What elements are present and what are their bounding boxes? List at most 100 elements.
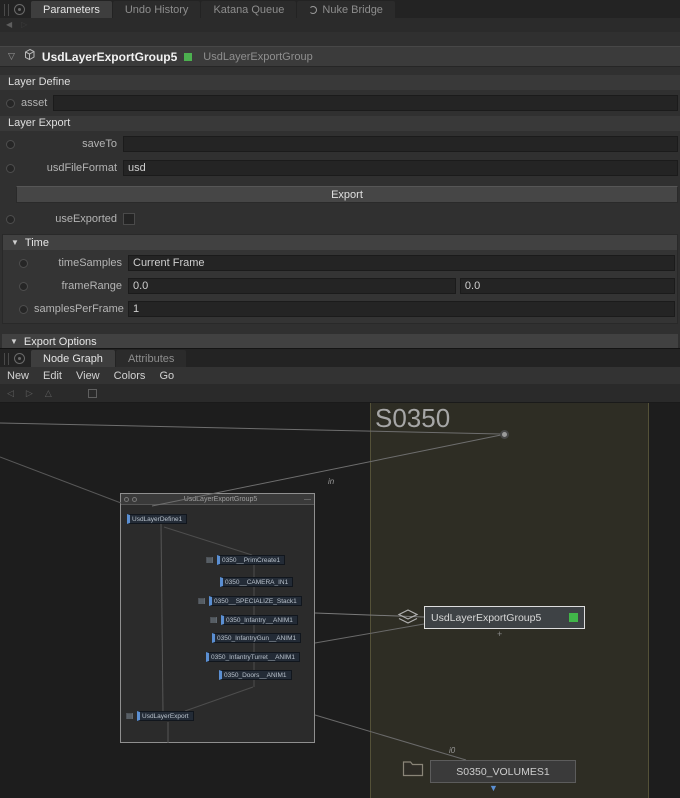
group-edit-icon[interactable] bbox=[132, 497, 137, 502]
saveto-input[interactable] bbox=[123, 136, 678, 152]
param-row-asset: asset bbox=[0, 93, 680, 113]
framerange-end-input[interactable] bbox=[460, 278, 675, 294]
section-label: Export Options bbox=[24, 336, 97, 348]
stack-icon: ▤ bbox=[198, 596, 206, 605]
section-label: Time bbox=[25, 237, 49, 249]
graph-node-usdlayerexportgroup5[interactable]: UsdLayerExportGroup5 bbox=[424, 606, 585, 629]
asset-input[interactable] bbox=[53, 95, 678, 111]
menu-new[interactable]: New bbox=[7, 370, 29, 382]
param-state-icon[interactable] bbox=[6, 164, 15, 173]
graph-node-specialize-stack1[interactable]: 0350__SPECIALIZE_Stack1 bbox=[209, 596, 302, 606]
param-label: timeSamples bbox=[34, 257, 122, 269]
menu-colors[interactable]: Colors bbox=[114, 370, 146, 382]
panel-grip-icon[interactable] bbox=[4, 4, 9, 16]
panel-menu-icon[interactable] bbox=[14, 4, 25, 15]
node-label: 0350_InfantryTurret__ANIM1 bbox=[211, 654, 295, 661]
nav-forward-icon[interactable]: ▷ bbox=[26, 388, 33, 399]
framerange-start-input[interactable] bbox=[128, 278, 456, 294]
graph-node-infantryturret-anim1[interactable]: 0350_InfantryTurret__ANIM1 bbox=[206, 652, 300, 662]
nav-up-icon[interactable]: △ bbox=[45, 388, 52, 399]
tab-undo-history[interactable]: Undo History bbox=[113, 1, 201, 18]
usdfileformat-input[interactable] bbox=[123, 160, 678, 176]
param-state-icon[interactable] bbox=[19, 282, 28, 291]
tab-label: Parameters bbox=[43, 4, 100, 16]
node-status-badge[interactable] bbox=[184, 53, 192, 61]
group-panel-header[interactable]: UsdLayerExportGroup5 — bbox=[121, 494, 314, 505]
graph-node-doors-anim1[interactable]: 0350_Doors__ANIM1 bbox=[219, 670, 292, 680]
node-graph-canvas[interactable]: S0350 UsdLayerExportGr bbox=[0, 403, 680, 798]
graph-node-primcreate1[interactable]: 0350__PrimCreate1 bbox=[217, 555, 285, 565]
backdrop-s0350[interactable]: S0350 bbox=[370, 403, 649, 798]
section-time[interactable]: ▼ Time bbox=[3, 235, 677, 250]
panel-grip-icon[interactable] bbox=[4, 353, 9, 365]
param-label: usdFileFormat bbox=[21, 162, 117, 174]
panel-menu-icon[interactable] bbox=[14, 353, 25, 364]
tab-katana-queue[interactable]: Katana Queue bbox=[201, 1, 296, 18]
param-row-timesamples: timeSamples bbox=[3, 253, 677, 273]
snapshot-icon[interactable] bbox=[88, 389, 97, 398]
section-export-options[interactable]: ▼ Export Options bbox=[2, 334, 678, 348]
tab-parameters[interactable]: Parameters bbox=[31, 1, 112, 18]
node-type-icon bbox=[22, 48, 35, 66]
param-label: useExported bbox=[21, 213, 117, 225]
stack-icon: ▤ bbox=[210, 615, 218, 624]
group-expand-icon[interactable]: + bbox=[497, 629, 502, 639]
collapse-triangle-icon[interactable]: ▽ bbox=[8, 51, 15, 62]
param-state-icon[interactable] bbox=[19, 259, 28, 268]
graph-node-infantry-anim1[interactable]: 0350_Infantry__ANIM1 bbox=[221, 615, 298, 625]
node-label: 0350_Doors__ANIM1 bbox=[224, 672, 287, 679]
param-state-icon[interactable] bbox=[6, 215, 15, 224]
menu-view[interactable]: View bbox=[76, 370, 100, 382]
graph-node-camera-in1[interactable]: 0350__CAMERA_IN1 bbox=[220, 577, 293, 587]
param-row-framerange: frameRange bbox=[3, 276, 677, 296]
forward-arrow-icon[interactable]: ▷ bbox=[21, 18, 27, 32]
tab-node-graph[interactable]: Node Graph bbox=[31, 350, 115, 367]
expand-triangle-icon: ▼ bbox=[11, 238, 19, 247]
tab-label: Node Graph bbox=[43, 353, 103, 365]
param-state-icon[interactable] bbox=[19, 305, 28, 314]
node-header: ▽ UsdLayerExportGroup5 UsdLayerExportGro… bbox=[0, 46, 680, 67]
menu-go[interactable]: Go bbox=[159, 370, 174, 382]
graph-node-s0350-volumes1[interactable]: S0350_VOLUMES1 bbox=[430, 760, 576, 783]
nav-back-icon[interactable]: ◁ bbox=[7, 388, 14, 399]
samplesperframe-input[interactable] bbox=[128, 301, 675, 317]
node-label: UsdLayerDefine1 bbox=[132, 516, 182, 523]
param-row-usdfileformat: usdFileFormat bbox=[0, 158, 680, 178]
param-state-icon[interactable] bbox=[6, 140, 15, 149]
section-layer-export: Layer Export bbox=[0, 116, 680, 131]
param-state-icon[interactable] bbox=[6, 99, 15, 108]
param-label: frameRange bbox=[34, 280, 122, 292]
graph-node-usdlayerexport[interactable]: UsdLayerExport bbox=[137, 711, 194, 721]
node-label: 0350_InfantryGun__ANIM1 bbox=[217, 635, 296, 642]
param-label: saveTo bbox=[21, 138, 117, 150]
timesamples-input[interactable] bbox=[128, 255, 675, 271]
graph-node-usdlayerdefine1[interactable]: UsdLayerDefine1 bbox=[127, 514, 187, 524]
dot-node[interactable] bbox=[500, 430, 509, 439]
back-arrow-icon[interactable]: ◀ bbox=[6, 18, 12, 32]
group-view-icon[interactable] bbox=[124, 497, 129, 502]
parameters-pane: Parameters Undo History Katana Queue Nuk… bbox=[0, 0, 680, 348]
katana-window: Parameters Undo History Katana Queue Nuk… bbox=[0, 0, 680, 798]
node-label: 0350__PrimCreate1 bbox=[222, 557, 280, 564]
stack-icon: ▤ bbox=[206, 555, 214, 564]
nuke-icon bbox=[309, 6, 317, 14]
tab-nuke-bridge[interactable]: Nuke Bridge bbox=[297, 1, 395, 18]
graph-node-infantrygun-anim1[interactable]: 0350_InfantryGun__ANIM1 bbox=[212, 633, 301, 643]
layers-icon bbox=[396, 608, 420, 633]
group-panel-title: UsdLayerExportGroup5 bbox=[140, 496, 301, 503]
parameters-tabbar: Parameters Undo History Katana Queue Nuk… bbox=[0, 0, 680, 18]
param-label: asset bbox=[21, 97, 47, 109]
menu-edit[interactable]: Edit bbox=[43, 370, 62, 382]
export-button[interactable]: Export bbox=[16, 186, 678, 203]
useexported-checkbox[interactable] bbox=[123, 213, 135, 225]
port-arrow-icon: ▼ bbox=[489, 783, 498, 793]
node-graph-tabbar: Node Graph Attributes bbox=[0, 349, 680, 367]
group-minimize-icon[interactable]: — bbox=[304, 496, 311, 503]
node-graph-pane: Node Graph Attributes New Edit View Colo… bbox=[0, 348, 680, 798]
section-label: Layer Define bbox=[8, 76, 70, 88]
node-name: UsdLayerExportGroup5 bbox=[42, 50, 177, 64]
tab-attributes[interactable]: Attributes bbox=[116, 350, 186, 367]
node-label: 0350__SPECIALIZE_Stack1 bbox=[214, 598, 297, 605]
port-label-i0: i0 bbox=[449, 746, 455, 755]
node-label: 0350_Infantry__ANIM1 bbox=[226, 617, 293, 624]
